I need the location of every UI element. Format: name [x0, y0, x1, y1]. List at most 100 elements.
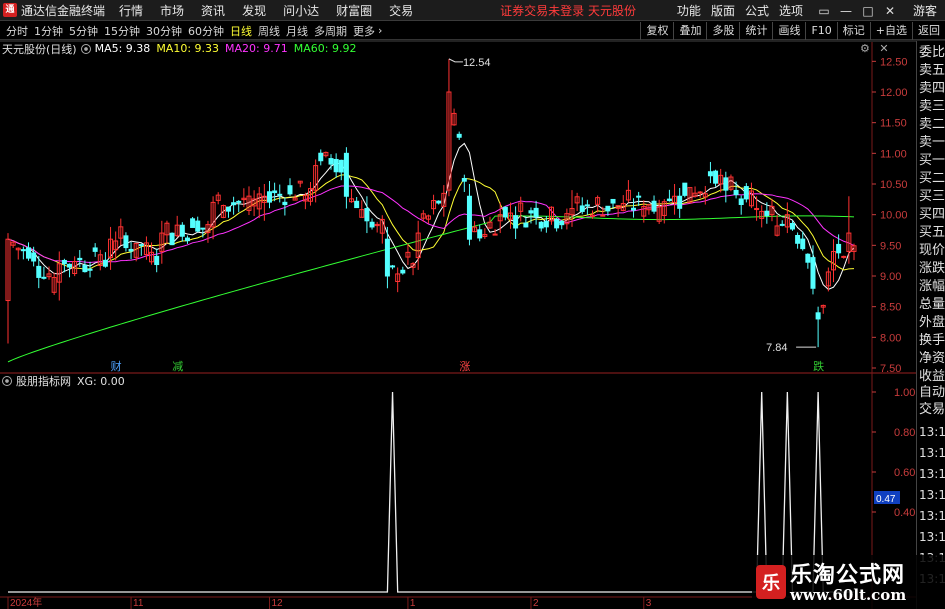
candle-body	[26, 247, 32, 259]
side-panel-label: 换手	[919, 333, 945, 348]
candle-body	[236, 200, 242, 203]
candle-body	[31, 252, 37, 262]
candle-body	[354, 200, 360, 209]
side-panel-label: 现价	[919, 243, 945, 258]
side-panel-label: 外盘	[919, 315, 945, 330]
candle-body	[343, 152, 349, 197]
ma60-line	[7, 215, 855, 363]
candle-body	[682, 182, 688, 196]
candle-body	[231, 202, 237, 206]
kline-info-bar: 天元股份(日线) MA5: 9.38 MA10: 9.33 MA20: 9.71…	[2, 41, 356, 56]
candle-body	[605, 205, 611, 212]
candle-body	[677, 195, 683, 209]
side-panel-label: 买五	[919, 225, 945, 240]
candle-body	[800, 238, 806, 250]
candle-body	[82, 264, 88, 273]
x-tick-label: 12	[271, 598, 283, 609]
candle-body	[841, 255, 847, 258]
ma10-label: MA10: 9.33	[156, 42, 220, 55]
indicator-info-bar: 股朋指标网 XG: 0.00	[2, 374, 125, 388]
y-tick-label: 11.50	[880, 118, 907, 130]
candle-body	[195, 220, 201, 232]
event-marker: 财	[111, 359, 122, 373]
candle-body	[67, 263, 73, 268]
x-tick-label: 11	[133, 598, 144, 609]
candle-body	[764, 210, 770, 216]
candle-body	[584, 204, 590, 207]
candle-body	[779, 223, 785, 226]
x-tick-label: 3	[646, 598, 652, 609]
candle-body	[461, 177, 467, 182]
low-label: 7.84	[766, 342, 787, 354]
sub-y-tick-label: 0.60	[894, 467, 915, 479]
candle-body	[384, 238, 390, 277]
candle-body	[733, 189, 739, 196]
side-panel-time: 13:11	[919, 488, 945, 502]
candle-body	[400, 269, 406, 274]
candle-body	[697, 191, 703, 194]
ma20-label: MA20: 9.71	[225, 42, 288, 55]
side-panel-label: 买四	[919, 207, 945, 222]
y-tick-label: 12.00	[880, 87, 908, 99]
side-panel-time: 13:11	[919, 467, 945, 481]
candle-body	[713, 170, 719, 184]
candle-body	[723, 177, 729, 191]
app-window: 通 通达信金融终端 行情 市场 资讯 发现 问小达 财富圈 交易 证券交易未登录…	[0, 0, 945, 609]
quote-side-panel: 委比 卖五 卖四 卖三 卖二 卖一 买一 买二 买三 买四 买五 现价 涨跌 涨幅 总量 外盘 换手 净资 收益 自动…	[916, 41, 945, 609]
chart-canvas[interactable]: 12.5012.0011.5011.0010.5010.009.509.008.…	[0, 0, 945, 609]
x-tick-label: 1	[410, 598, 416, 609]
eye-icon[interactable]	[2, 376, 12, 386]
event-marker: 涨	[459, 360, 470, 373]
candle-body	[579, 205, 585, 212]
candle-body	[466, 195, 472, 240]
side-panel-time: 13:10	[919, 425, 945, 439]
side-panel-label: 卖五	[919, 63, 945, 78]
side-panel-label: 净资	[919, 351, 945, 366]
candle-body	[277, 193, 283, 196]
candle-body	[836, 243, 842, 254]
settings-icon[interactable]: ⚙	[860, 42, 870, 55]
sub-y-tick-label: 0.40	[894, 507, 915, 519]
candle-body	[538, 221, 544, 229]
side-panel-label: 收益	[919, 369, 945, 384]
candle-body	[554, 218, 560, 229]
side-panel-time: 13:11	[919, 509, 945, 523]
side-panel-label: 买三	[919, 189, 945, 204]
candle-body	[795, 234, 801, 244]
candle-body	[651, 200, 657, 212]
candle-body	[318, 152, 324, 162]
x-tick-label: 2	[533, 598, 539, 609]
side-panel-label: 交易	[919, 402, 945, 417]
current-value-label: 0.47	[876, 494, 896, 505]
candle-body	[533, 207, 539, 218]
candle-body	[190, 218, 196, 228]
candle-body	[169, 232, 175, 246]
candle-body	[225, 206, 231, 212]
candle-body	[543, 221, 549, 228]
candle-body	[179, 224, 185, 237]
candle-body	[128, 248, 134, 252]
close-panel-icon[interactable]: ✕	[879, 42, 888, 55]
y-tick-label: 10.00	[880, 210, 908, 222]
side-panel-label: 委比	[919, 45, 945, 60]
candle-body	[738, 198, 744, 205]
side-panel-label: 卖四	[919, 81, 945, 96]
candle-body	[456, 133, 462, 138]
eye-icon[interactable]	[80, 43, 91, 54]
candle-body	[338, 159, 344, 173]
candle-body	[805, 253, 811, 263]
candle-body	[754, 208, 760, 211]
candle-body	[369, 221, 375, 228]
candle-body	[41, 276, 47, 279]
y-tick-label: 12.50	[880, 56, 908, 68]
candle-body	[102, 259, 108, 267]
event-marker: 跌	[813, 359, 824, 373]
x-tick-label: 2024年	[10, 596, 42, 609]
candle-body	[600, 214, 606, 217]
high-pointer	[448, 58, 463, 63]
ma5-label: MA5: 9.38	[94, 42, 151, 55]
side-panel-label: 涨幅	[919, 279, 945, 294]
xg-line	[8, 391, 854, 593]
sub-y-tick-label: 1.00	[894, 387, 915, 399]
candle-body	[477, 229, 483, 239]
